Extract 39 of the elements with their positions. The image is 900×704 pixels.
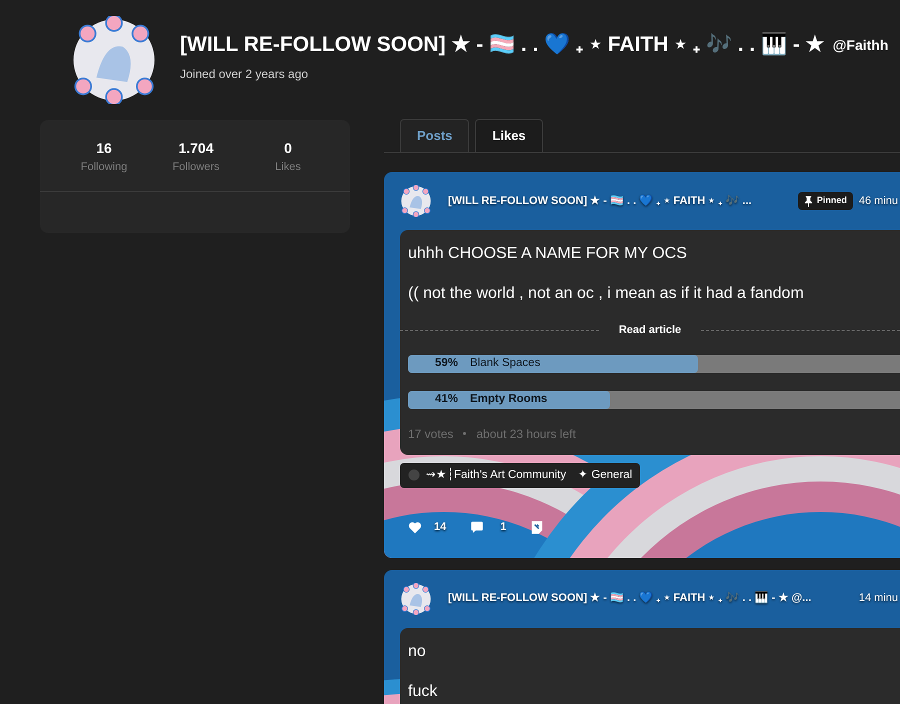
read-article-link[interactable]: Read article: [598, 322, 702, 338]
joined-date: Joined over 2 years ago: [180, 66, 310, 83]
community-tag[interactable]: ⇝★┆Faith's Art Community ✦ General: [400, 462, 640, 488]
post-text: fuck: [408, 682, 438, 702]
community-name: ⇝★┆Faith's Art Community: [426, 466, 566, 482]
profile-tab[interactable]: Posts: [400, 119, 470, 152]
stat-label: Followers: [172, 160, 220, 175]
poll-percent: 59%: [434, 356, 458, 371]
stat-value: 16: [96, 139, 112, 158]
stat-label: Following: [80, 160, 128, 175]
author-name[interactable]: [WILL RE-FOLLOW SOON] ★ - 🏳‍⚧ . . 💙 ₊ ⋆ FAITH ⋆ ₊ 🎶 ...: [448, 192, 752, 210]
poll-percent: 41%: [434, 392, 458, 407]
post-text: (( not the world , not an oc , i mean as if it had a fandom: [408, 284, 805, 304]
post-text: no: [408, 642, 427, 662]
time-left: about 23 hours left: [476, 426, 576, 442]
stat-label: Likes: [275, 160, 301, 175]
pinned-label: Pinned: [816, 194, 847, 208]
poll-option-label: Blank Spaces: [470, 356, 540, 371]
poll-option[interactable]: 59% Blank Spaces: [408, 354, 900, 372]
poll-option[interactable]: 41% Empty Rooms: [408, 390, 900, 408]
post-time: 14 minu: [858, 591, 899, 606]
poll-option-label: Empty Rooms: [470, 392, 548, 407]
stat-value: 0: [284, 139, 292, 158]
author-avatar: [400, 185, 432, 217]
vote-count: 17 votes: [408, 426, 454, 442]
author-avatar: [400, 582, 432, 615]
stat-value: 1.704: [178, 139, 214, 158]
channel-name: ✦ General: [578, 468, 632, 482]
profile-tab[interactable]: Likes: [475, 119, 543, 152]
profile-handle: @Faithh: [832, 36, 888, 54]
post-title: uhhh CHOOSE A NAME FOR MY OCS: [408, 244, 688, 264]
community-icon: [408, 469, 420, 482]
heart-icon[interactable]: [408, 520, 422, 534]
comment-icon[interactable]: [470, 520, 484, 534]
comment-count: 1: [500, 520, 506, 536]
like-count: 14: [434, 520, 446, 536]
author-name[interactable]: [WILL RE-FOLLOW SOON] ★ - 🏳‍⚧ . . 💙 ₊ ⋆ FAITH ⋆ ₊ 🎶 . . 🎹 - ★ @...: [448, 590, 812, 607]
post-time: 46 minu: [858, 194, 899, 209]
pin-icon: [804, 196, 813, 206]
